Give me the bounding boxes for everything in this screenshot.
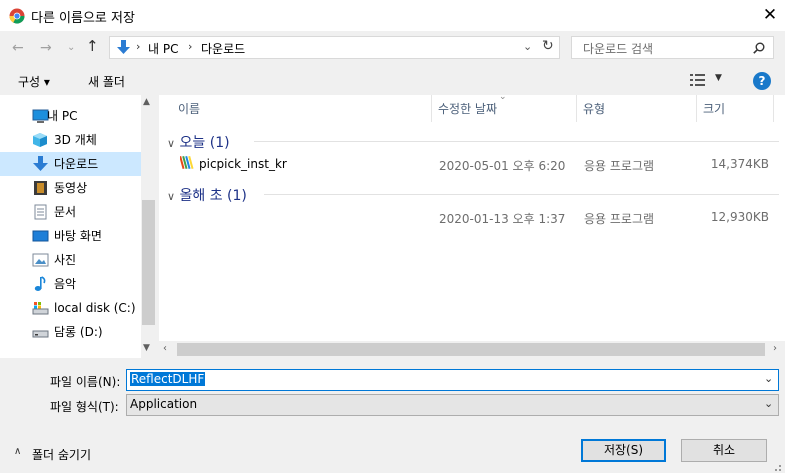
help-icon[interactable]: ?: [753, 72, 771, 90]
column-divider[interactable]: [431, 95, 432, 122]
column-type[interactable]: 유형: [583, 100, 605, 117]
column-size[interactable]: 크기: [703, 100, 725, 117]
view-dropdown-icon[interactable]: ▼: [715, 73, 722, 83]
document-icon: [34, 204, 47, 220]
save-button[interactable]: 저장(S): [581, 439, 666, 462]
column-name[interactable]: 이름: [178, 100, 200, 117]
group-divider: [254, 141, 779, 142]
hide-folders-button[interactable]: 폴더 숨기기: [32, 446, 91, 463]
scroll-left-icon[interactable]: ‹: [163, 343, 167, 354]
desktop-icon: [32, 230, 49, 242]
file-list: 이름 수정한 날짜 ⌄ 유형 크기 ∨ 오늘 (1) picpick_inst_…: [159, 92, 785, 358]
music-icon: [34, 276, 46, 291]
picpick-app-icon: [180, 155, 194, 170]
group-header-today[interactable]: ∨ 오늘 (1): [167, 132, 230, 152]
window-title: 다른 이름으로 저장: [31, 11, 135, 26]
crumb-downloads[interactable]: 다운로드: [201, 40, 245, 57]
column-divider[interactable]: [696, 95, 697, 122]
file-size: 12,930KB: [710, 210, 769, 224]
scroll-right-icon[interactable]: ›: [773, 343, 777, 354]
file-type: 응용 프로그램: [584, 212, 655, 226]
search-icon[interactable]: [753, 42, 765, 54]
nav-item-local-disk-c[interactable]: local disk (C:): [0, 296, 141, 320]
file-size: 14,374KB: [710, 157, 769, 171]
drive-d-icon: [32, 330, 49, 338]
recent-chevron-icon[interactable]: ⌄: [67, 38, 75, 58]
cube-icon: [33, 133, 47, 147]
video-icon: [34, 181, 47, 195]
nav-item-this-pc[interactable]: 내 PC: [0, 104, 141, 128]
chevron-up-icon[interactable]: ∧: [14, 446, 21, 457]
filetype-select[interactable]: Application ⌄: [126, 394, 779, 416]
file-modified: 2020-01-13 오후 1:37: [439, 212, 566, 226]
nav-item-drive-d[interactable]: 담롱 (D:): [0, 320, 141, 344]
file-name: picpick_inst_kr: [199, 157, 287, 171]
new-folder-button[interactable]: 새 폴더: [88, 73, 125, 90]
scroll-thumb[interactable]: [177, 343, 765, 356]
nav-item-music[interactable]: 음악: [0, 272, 141, 296]
filename-value: ReflectDLHF: [130, 372, 206, 386]
nav-item-pictures[interactable]: 사진: [0, 248, 141, 272]
view-options-icon[interactable]: [690, 74, 706, 86]
close-button[interactable]: ✕: [756, 4, 784, 28]
column-divider[interactable]: [773, 95, 774, 122]
organize-button[interactable]: 구성 ▾: [18, 73, 50, 90]
filename-dropdown-icon[interactable]: ⌄: [764, 372, 773, 385]
crumb-this-pc[interactable]: 내 PC: [148, 40, 178, 57]
nav-item-videos[interactable]: 동영상: [0, 176, 141, 200]
cancel-button[interactable]: 취소: [681, 439, 767, 462]
download-arrow-icon: [33, 156, 48, 171]
nav-scrollbar[interactable]: ▲ ▼: [141, 95, 156, 358]
sort-indicator-icon: ⌄: [499, 92, 507, 102]
nav-item-desktop[interactable]: 바탕 화면: [0, 224, 141, 248]
crumb-separator: ›: [136, 40, 141, 53]
filename-label: 파일 이름(N):: [50, 375, 121, 389]
filename-field[interactable]: ReflectDLHF ⌄: [126, 369, 779, 391]
group-header-earlier-this-year[interactable]: ∨ 올해 초 (1): [167, 185, 247, 205]
file-modified: 2020-05-01 오후 6:20: [439, 159, 566, 173]
refresh-icon[interactable]: ↻: [542, 38, 554, 54]
navigation-pane: 내 PC 3D 개체 다운로드 동영상 문서 바탕 화면 사진 음악 local…: [0, 95, 156, 358]
resize-grip-icon[interactable]: [770, 460, 782, 472]
crumb-separator: ›: [188, 40, 193, 53]
file-row[interactable]: 2020-01-13 오후 1:37 응용 프로그램 12,930KB: [159, 206, 785, 228]
download-arrow-icon: [117, 40, 130, 54]
search-placeholder: 다운로드 검색: [583, 42, 654, 56]
file-row[interactable]: picpick_inst_kr 2020-05-01 오후 6:20 응용 프로…: [159, 153, 785, 175]
nav-item-documents[interactable]: 문서: [0, 200, 141, 224]
filetype-label: 파일 형식(T):: [50, 400, 119, 414]
chrome-icon: [9, 8, 25, 24]
scroll-thumb[interactable]: [142, 200, 155, 325]
filetype-value: Application: [130, 397, 198, 411]
file-type: 응용 프로그램: [584, 159, 655, 173]
column-modified[interactable]: 수정한 날짜: [438, 100, 497, 117]
search-input[interactable]: 다운로드 검색: [571, 36, 774, 59]
back-arrow-icon[interactable]: ←: [12, 38, 24, 58]
forward-arrow-icon[interactable]: →: [40, 38, 52, 58]
nav-item-3d-objects[interactable]: 3D 개체: [0, 128, 141, 152]
scroll-up-icon[interactable]: ▲: [143, 97, 150, 107]
column-divider[interactable]: [576, 95, 577, 122]
drive-c-icon: [32, 302, 49, 315]
file-list-scrollbar[interactable]: ‹ ›: [159, 341, 785, 358]
picture-icon: [32, 253, 49, 267]
nav-item-downloads[interactable]: 다운로드: [0, 152, 141, 176]
up-arrow-icon[interactable]: ↑: [86, 37, 99, 55]
chevron-down-icon: ∨: [167, 190, 176, 203]
filetype-dropdown-icon[interactable]: ⌄: [764, 397, 773, 410]
address-dropdown-icon[interactable]: ⌄: [523, 40, 532, 53]
chevron-down-icon: ∨: [167, 137, 176, 150]
address-bar[interactable]: › 내 PC › 다운로드 ⌄ ↻: [109, 36, 560, 59]
group-divider: [264, 194, 779, 195]
scroll-down-icon[interactable]: ▼: [143, 343, 150, 353]
